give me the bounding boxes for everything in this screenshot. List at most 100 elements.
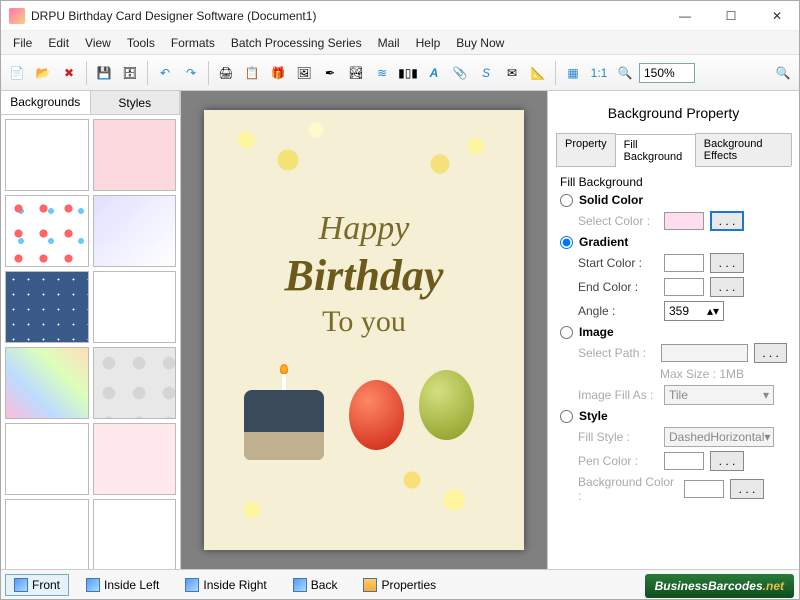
stamp-icon[interactable]: S — [474, 61, 498, 85]
fit-icon[interactable]: 1:1 — [587, 61, 611, 85]
pen-color-label: Pen Color : — [578, 454, 658, 468]
balloon-green — [419, 370, 474, 440]
card-preview[interactable]: Happy Birthday To you — [204, 110, 524, 550]
tab-backgrounds[interactable]: Backgrounds — [1, 91, 91, 114]
menu-help[interactable]: Help — [408, 33, 449, 53]
tab-back[interactable]: Back — [284, 574, 347, 596]
menu-batch[interactable]: Batch Processing Series — [223, 33, 370, 53]
bg-thumb[interactable] — [5, 119, 89, 191]
tab-styles[interactable]: Styles — [91, 91, 181, 114]
bg-color-swatch[interactable] — [684, 480, 724, 498]
start-color-swatch[interactable] — [664, 254, 704, 272]
undo-icon[interactable]: ↶ — [153, 61, 177, 85]
grid-icon[interactable]: ▦ — [561, 61, 585, 85]
menu-formats[interactable]: Formats — [163, 33, 223, 53]
tab-property[interactable]: Property — [556, 133, 616, 166]
canvas-area[interactable]: Happy Birthday To you — [181, 91, 547, 569]
page-icon — [14, 578, 28, 592]
insert-icon[interactable]: 📎 — [448, 61, 472, 85]
minimize-button[interactable]: — — [671, 6, 699, 26]
pen-icon[interactable]: ✒ — [318, 61, 342, 85]
tab-front[interactable]: Front — [5, 574, 69, 596]
radio-image[interactable] — [560, 326, 573, 339]
menu-file[interactable]: File — [5, 33, 40, 53]
properties-icon — [363, 578, 377, 592]
zoom-out-icon[interactable]: 🔍 — [771, 61, 795, 85]
toolbar: 📄 📂 ✖ 💾 🗄 ↶ ↷ 🖨 📋 🎁 🖼 ✒ 🏞 ≋ ▮▯▮ A 📎 S ✉ … — [1, 55, 799, 91]
bg-thumb[interactable] — [5, 499, 89, 569]
menu-tools[interactable]: Tools — [119, 33, 163, 53]
fillstyle-combo[interactable]: DashedHorizontal▾ — [664, 427, 774, 447]
gradient-label: Gradient — [579, 235, 628, 249]
flower-decoration — [404, 110, 524, 200]
radio-gradient[interactable] — [560, 236, 573, 249]
solid-color-picker-button[interactable]: . . . — [710, 211, 744, 231]
bg-thumb[interactable] — [93, 499, 177, 569]
style-label: Style — [579, 409, 608, 423]
delete-icon[interactable]: ✖ — [57, 61, 81, 85]
saveas-icon[interactable]: 🗄 — [118, 61, 142, 85]
zoom-input[interactable]: 150% — [639, 63, 695, 83]
text-icon[interactable]: A — [422, 61, 446, 85]
tab-background-effects[interactable]: Background Effects — [695, 133, 792, 166]
menu-buy[interactable]: Buy Now — [448, 33, 512, 53]
start-color-label: Start Color : — [578, 256, 658, 270]
angle-input[interactable]: 359▴▾ — [664, 301, 724, 321]
tab-fill-background[interactable]: Fill Background — [615, 134, 696, 167]
tab-properties[interactable]: Properties — [354, 574, 445, 596]
image-icon[interactable]: 🏞 — [344, 61, 368, 85]
end-color-swatch[interactable] — [664, 278, 704, 296]
pen-color-picker-button[interactable]: . . . — [710, 451, 744, 471]
bg-thumb[interactable] — [5, 423, 89, 495]
envelope-icon[interactable]: ✉ — [500, 61, 524, 85]
menu-edit[interactable]: Edit — [40, 33, 77, 53]
clipboard-icon[interactable]: 📋 — [240, 61, 264, 85]
bg-thumb[interactable] — [93, 423, 177, 495]
radio-style[interactable] — [560, 410, 573, 423]
bg-thumb[interactable] — [93, 271, 177, 343]
bg-color-label: Background Color : — [578, 475, 678, 503]
gallery-icon[interactable]: 🖼 — [292, 61, 316, 85]
pen-color-swatch[interactable] — [664, 452, 704, 470]
browse-image-button[interactable]: . . . — [754, 343, 787, 363]
bg-thumb[interactable] — [93, 347, 177, 419]
maximize-button[interactable]: ☐ — [717, 6, 745, 26]
start-color-picker-button[interactable]: . . . — [710, 253, 744, 273]
bg-thumb[interactable] — [5, 195, 89, 267]
bg-thumb[interactable] — [93, 119, 177, 191]
menu-view[interactable]: View — [77, 33, 119, 53]
image-fillas-combo[interactable]: Tile▾ — [664, 385, 774, 405]
image-path-input[interactable] — [661, 344, 748, 362]
bg-thumb[interactable] — [5, 347, 89, 419]
card-text-toyou: To you — [204, 305, 524, 339]
gift-icon[interactable]: 🎁 — [266, 61, 290, 85]
menubar: File Edit View Tools Formats Batch Proce… — [1, 31, 799, 55]
bg-thumb[interactable] — [93, 195, 177, 267]
left-panel: Backgrounds Styles — [1, 91, 181, 569]
close-button[interactable]: ✕ — [763, 6, 791, 26]
group-label: Fill Background — [560, 175, 787, 189]
barcode-icon[interactable]: ▮▯▮ — [396, 61, 420, 85]
tab-inside-left[interactable]: Inside Left — [77, 574, 168, 596]
balloon-red — [349, 380, 404, 450]
window-title: DRPU Birthday Card Designer Software (Do… — [31, 9, 671, 23]
new-icon[interactable]: 📄 — [5, 61, 29, 85]
page-icon — [185, 578, 199, 592]
ruler-icon[interactable]: 📐 — [526, 61, 550, 85]
bg-color-picker-button[interactable]: . . . — [730, 479, 764, 499]
bg-thumb[interactable] — [5, 271, 89, 343]
solid-color-swatch[interactable] — [664, 212, 704, 230]
save-icon[interactable]: 💾 — [92, 61, 116, 85]
redo-icon[interactable]: ↷ — [179, 61, 203, 85]
select-path-label: Select Path : — [578, 346, 655, 360]
panel-title: Background Property — [556, 97, 791, 133]
radio-solid-color[interactable] — [560, 194, 573, 207]
align-icon[interactable]: ≋ — [370, 61, 394, 85]
print-icon[interactable]: 🖨 — [214, 61, 238, 85]
tab-inside-right[interactable]: Inside Right — [176, 574, 275, 596]
end-color-picker-button[interactable]: . . . — [710, 277, 744, 297]
flower-decoration — [384, 450, 524, 550]
zoom-in-icon[interactable]: 🔍 — [613, 61, 637, 85]
open-icon[interactable]: 📂 — [31, 61, 55, 85]
menu-mail[interactable]: Mail — [370, 33, 408, 53]
